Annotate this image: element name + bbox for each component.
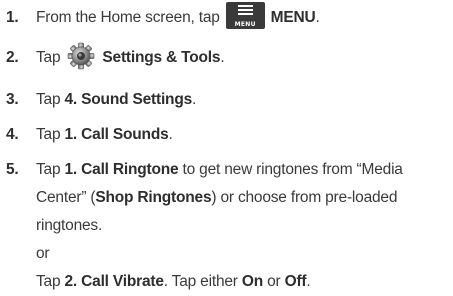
settings-tools-label: Settings & Tools	[102, 49, 221, 67]
menu-icon-label: MENU	[234, 21, 256, 29]
on-label: On	[241, 273, 263, 290]
shop-ringtones-label: Shop Ringtones	[95, 189, 212, 206]
step-number: 3.	[6, 91, 19, 108]
call-ringtone-label: 1. Call Ringtone	[64, 161, 179, 178]
step-5-or: or	[36, 245, 50, 262]
call-sounds-label: 1. Call Sounds	[64, 126, 169, 143]
step-number: 2.	[6, 49, 19, 66]
step-5-line-5: Tap 2. Call Vibrate. Tap either On or Of…	[36, 273, 311, 290]
sound-settings-label: 4. Sound Settings	[64, 91, 193, 108]
step-number: 4.	[6, 126, 19, 143]
step-text: Tap Settings & Tools.	[36, 42, 446, 72]
step-number: 5.	[6, 161, 19, 178]
step-text-pre: Tap	[36, 91, 61, 108]
call-vibrate-label: 2. Call Vibrate	[64, 273, 164, 290]
off-label: Off	[284, 273, 307, 290]
menu-label: MENU	[270, 9, 316, 26]
menu-icon: MENU	[225, 2, 265, 30]
step-text: Tap 1. Call Ringtone to get new ringtone…	[36, 156, 446, 296]
step-text: From the Home screen, tap MENU MENU.	[36, 2, 446, 32]
step-number: 1.	[6, 9, 19, 26]
step-5-line-2: Center” (Shop Ringtones) or choose from …	[36, 189, 398, 206]
gear-icon	[66, 42, 96, 70]
menu-bars-icon	[237, 5, 253, 19]
step-text-pre: From the Home screen, tap	[36, 9, 220, 26]
step-text: Tap 1. Call Sounds.	[36, 126, 173, 143]
step-text-pre: Tap	[36, 49, 61, 67]
step-text-pre: Tap	[36, 126, 61, 143]
step-text: Tap 4. Sound Settings.	[36, 91, 197, 108]
step-5-line-3: ringtones.	[36, 217, 103, 234]
step-5-line-1: Tap 1. Call Ringtone to get new ringtone…	[36, 161, 403, 178]
